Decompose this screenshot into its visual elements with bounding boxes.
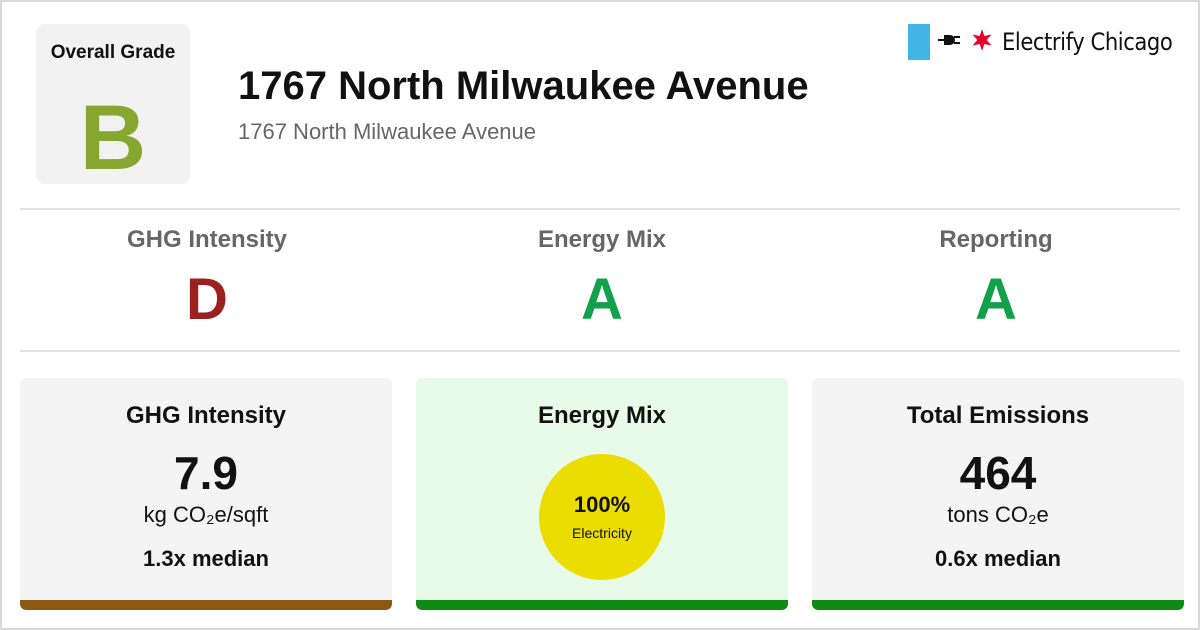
- ghg-card-bar: [20, 600, 392, 610]
- energy-mix-grade: Energy Mix A: [405, 226, 799, 332]
- header-divider: [20, 208, 1180, 210]
- chicago-star-icon: [970, 28, 994, 57]
- ghg-intensity-grade-letter: D: [186, 267, 228, 332]
- ghg-card-unit: kg CO₂e/sqft: [143, 502, 269, 527]
- chicago-flag-icon: [908, 24, 931, 60]
- ghg-intensity-card: GHG Intensity 7.9 kg CO₂e/sqft 1.3x medi…: [20, 378, 392, 610]
- overall-grade-letter: B: [79, 87, 147, 189]
- mix-card-title: Energy Mix: [537, 402, 667, 429]
- social-card: Overall Grade B 1767 North Milwaukee Ave…: [0, 0, 1200, 630]
- electricity-label: Electricity: [572, 525, 632, 541]
- mix-card-bar: [416, 600, 788, 610]
- total-card-value: 464: [959, 447, 1037, 499]
- brand-name: Electrify Chicago: [1002, 28, 1173, 56]
- total-card-title: Total Emissions: [906, 402, 1090, 429]
- reporting-grade-letter: A: [975, 267, 1017, 332]
- ghg-card-value: 7.9: [174, 447, 238, 499]
- ghg-intensity-grade: GHG Intensity D: [10, 226, 404, 332]
- total-card-unit: tons CO₂e: [947, 502, 1049, 527]
- ghg-intensity-grade-label: GHG Intensity: [126, 226, 288, 253]
- overall-grade-box: Overall Grade B: [36, 24, 190, 184]
- total-emissions-card: Total Emissions 464 tons CO₂e 0.6x media…: [812, 378, 1184, 610]
- reporting-grade: Reporting A: [799, 226, 1193, 332]
- reporting-grade-label: Reporting: [939, 226, 1053, 253]
- building-title: 1767 North Milwaukee Avenue: [238, 64, 809, 108]
- brand-logo[interactable]: Electrify Chicago: [908, 24, 1174, 60]
- total-card-median: 0.6x median: [935, 546, 1061, 571]
- electricity-percent: 100%: [573, 492, 631, 517]
- building-address: 1767 North Milwaukee Avenue: [238, 119, 537, 144]
- ghg-card-title: GHG Intensity: [125, 402, 287, 429]
- energy-mix-grade-letter: A: [581, 267, 623, 332]
- ghg-card-median: 1.3x median: [143, 546, 269, 571]
- total-card-bar: [812, 600, 1184, 610]
- grades-divider: [20, 350, 1180, 352]
- electricity-circle: 100% Electricity: [539, 454, 665, 580]
- overall-grade-label: Overall Grade: [50, 42, 176, 63]
- energy-mix-card: Energy Mix 100% Electricity: [416, 378, 788, 610]
- energy-mix-grade-label: Energy Mix: [537, 226, 667, 253]
- plug-icon: [938, 32, 962, 53]
